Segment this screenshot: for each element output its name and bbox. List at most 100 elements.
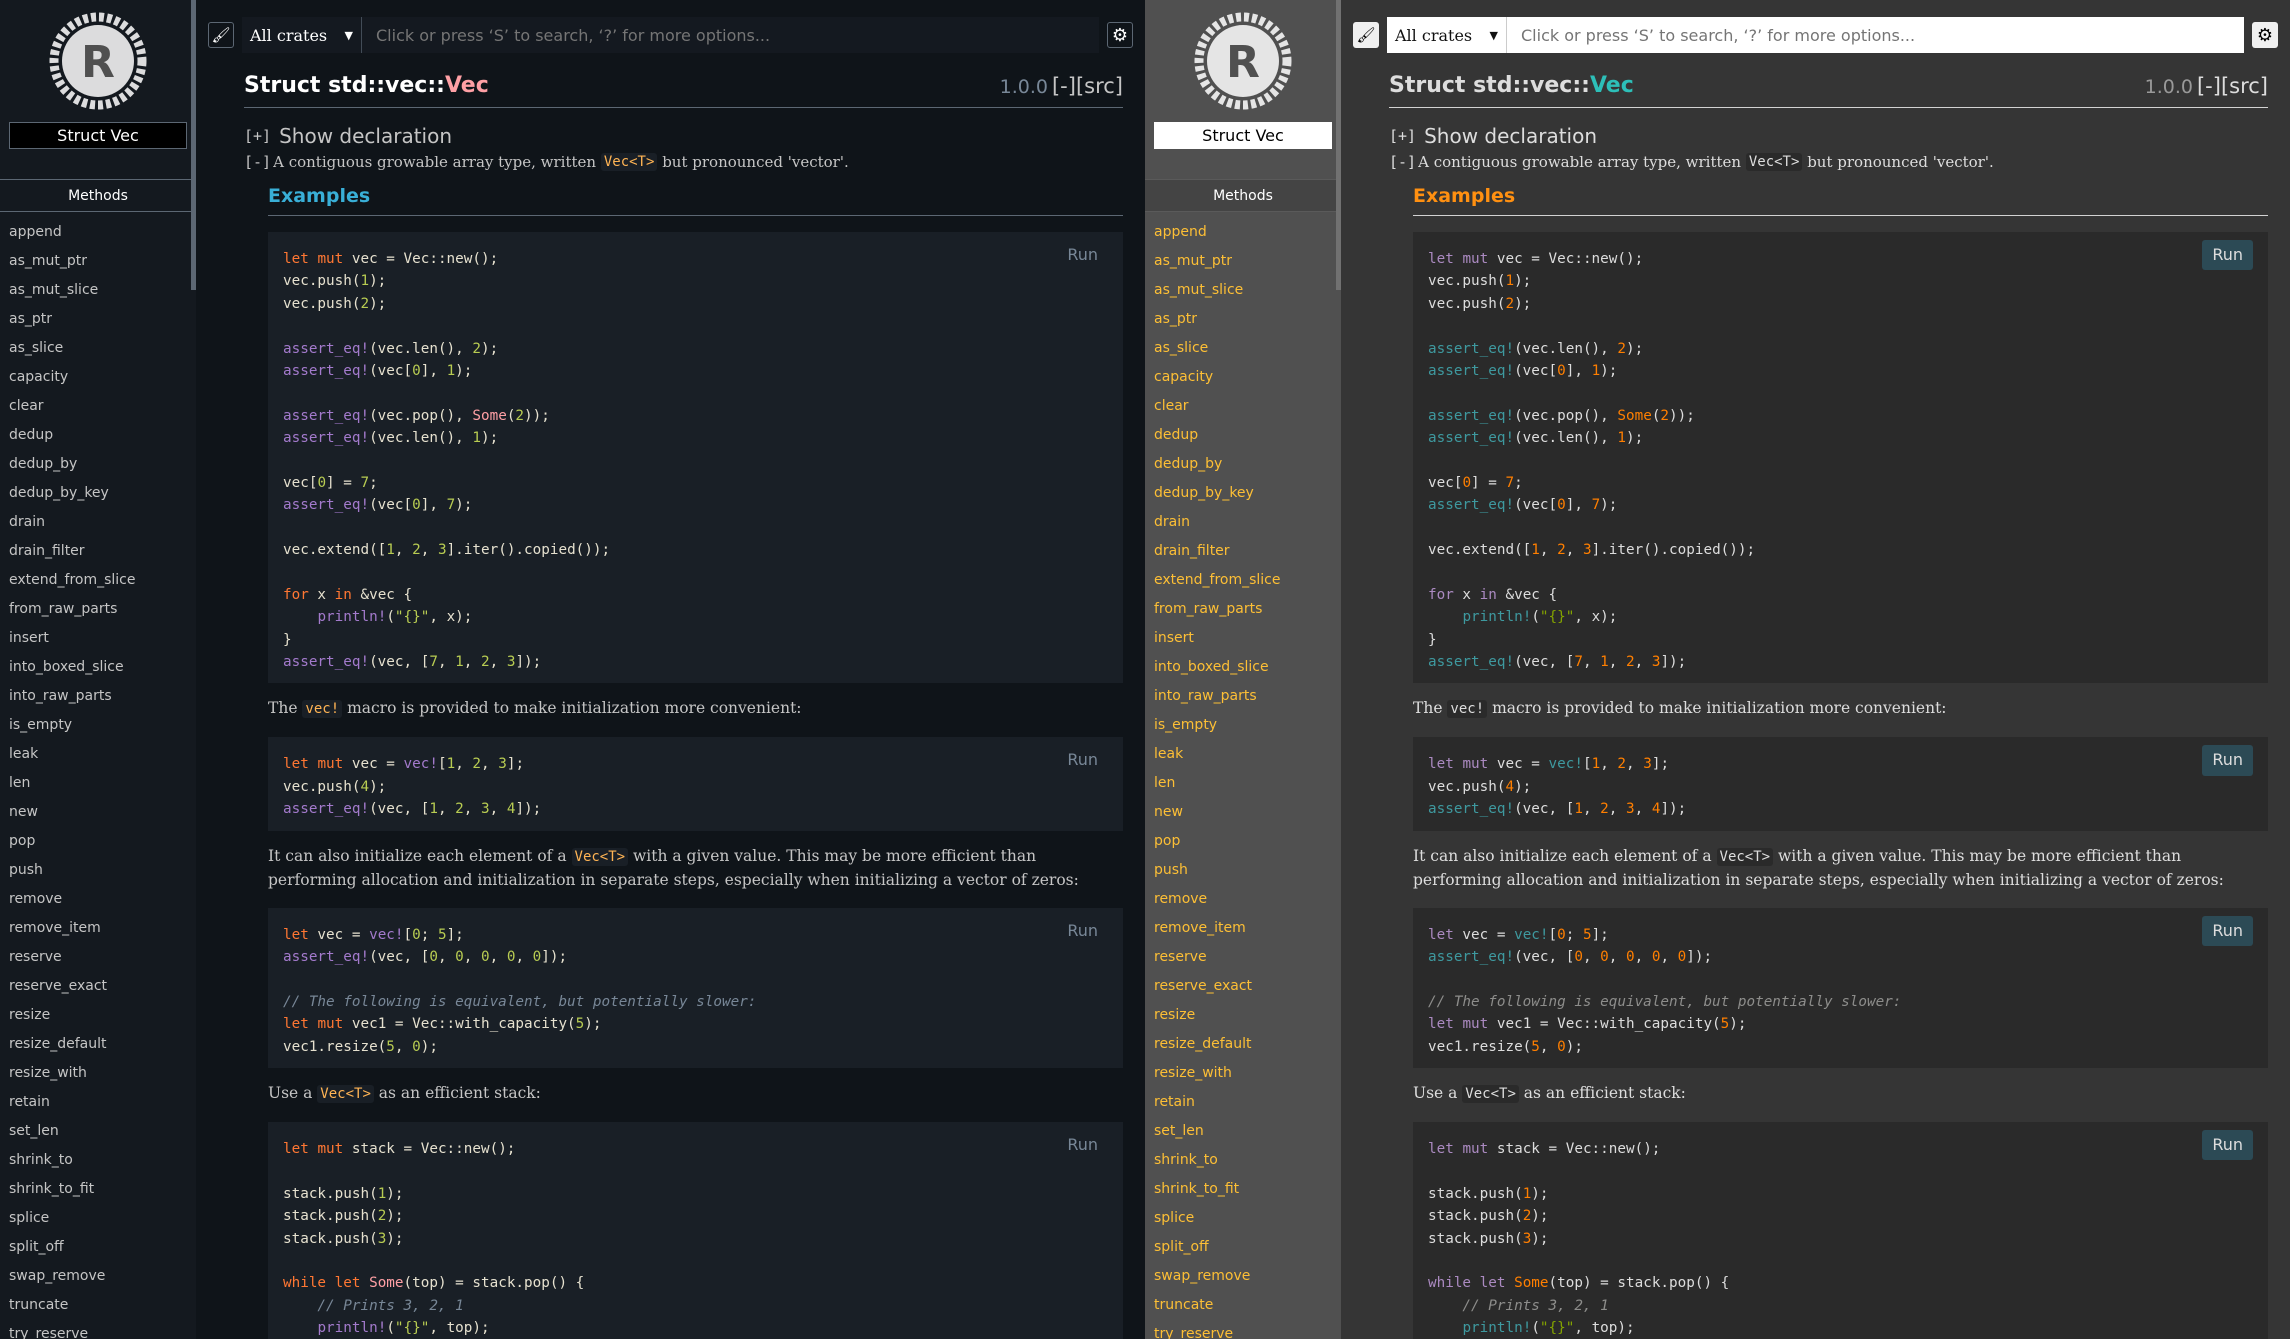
sidebar-method-link[interactable]: into_raw_parts	[0, 682, 196, 711]
sidebar-method-link[interactable]: from_raw_parts	[0, 595, 196, 624]
sidebar-method-link[interactable]: dedup	[1145, 421, 1341, 450]
sidebar-method-link[interactable]: into_raw_parts	[1145, 682, 1341, 711]
sidebar-method-link[interactable]: reserve	[0, 943, 196, 972]
sidebar-method-link[interactable]: len	[0, 769, 196, 798]
sidebar-method-link[interactable]: reserve	[1145, 943, 1341, 972]
sidebar-method-link[interactable]: as_ptr	[0, 305, 196, 334]
run-button[interactable]: Run	[2202, 1129, 2253, 1161]
struct-name-link[interactable]: Vec	[445, 73, 489, 98]
show-declaration[interactable]: [+] Show declaration	[244, 124, 1123, 148]
sidebar-methods-title[interactable]: Methods	[0, 179, 196, 212]
sidebar-method-link[interactable]: insert	[1145, 624, 1341, 653]
sidebar-method-link[interactable]: leak	[1145, 740, 1341, 769]
sidebar-method-link[interactable]: truncate	[0, 1291, 196, 1320]
docblock-toggle[interactable]: [-]	[244, 153, 271, 171]
sidebar-method-link[interactable]: drain_filter	[0, 537, 196, 566]
collapse-all-toggle[interactable]: [-]	[2197, 74, 2221, 98]
sidebar-method-link[interactable]: as_mut_slice	[0, 276, 196, 305]
sidebar-method-link[interactable]: shrink_to_fit	[1145, 1175, 1341, 1204]
settings-button[interactable]: ⚙	[2252, 22, 2278, 48]
sidebar-method-link[interactable]: split_off	[1145, 1233, 1341, 1262]
src-link[interactable]: [src]	[1076, 74, 1123, 98]
run-button[interactable]: Run	[1057, 1130, 1108, 1160]
sidebar-method-link[interactable]: swap_remove	[0, 1262, 196, 1291]
sidebar-method-link[interactable]: swap_remove	[1145, 1262, 1341, 1291]
sidebar-method-link[interactable]: resize_default	[1145, 1030, 1341, 1059]
sidebar-method-link[interactable]: resize_default	[0, 1030, 196, 1059]
sidebar-method-link[interactable]: pop	[1145, 827, 1341, 856]
examples-heading[interactable]: Examples	[1413, 185, 2268, 216]
sidebar-method-link[interactable]: remove_item	[0, 914, 196, 943]
sidebar-method-link[interactable]: splice	[0, 1204, 196, 1233]
sidebar-method-link[interactable]: pop	[0, 827, 196, 856]
sidebar-method-link[interactable]: insert	[0, 624, 196, 653]
sidebar-method-link[interactable]: dedup	[0, 421, 196, 450]
sidebar-method-link[interactable]: resize_with	[0, 1059, 196, 1088]
sidebar-struct-name[interactable]: Struct Vec	[9, 122, 187, 149]
run-button[interactable]: Run	[1057, 240, 1108, 270]
sidebar-method-link[interactable]: retain	[0, 1088, 196, 1117]
search-input[interactable]: Click or press ‘S’ to search, ‘?’ for mo…	[362, 17, 1099, 53]
sidebar-method-link[interactable]: as_mut_slice	[1145, 276, 1341, 305]
sidebar-method-link[interactable]: new	[1145, 798, 1341, 827]
rust-logo[interactable]: R	[1145, 0, 1341, 122]
theme-picker-button[interactable]: 🖌	[208, 22, 234, 48]
sidebar-method-link[interactable]: len	[1145, 769, 1341, 798]
sidebar-struct-name[interactable]: Struct Vec	[1154, 122, 1332, 149]
declaration-toggle[interactable]: [+]	[1389, 127, 1416, 145]
sidebar-method-link[interactable]: extend_from_slice	[1145, 566, 1341, 595]
sidebar-method-link[interactable]: set_len	[1145, 1117, 1341, 1146]
examples-heading[interactable]: Examples	[268, 185, 1123, 216]
sidebar-method-link[interactable]: shrink_to	[1145, 1146, 1341, 1175]
sidebar-method-link[interactable]: as_mut_ptr	[1145, 247, 1341, 276]
sidebar-method-link[interactable]: dedup_by	[0, 450, 196, 479]
sidebar-method-link[interactable]: as_mut_ptr	[0, 247, 196, 276]
search-input[interactable]: Click or press ‘S’ to search, ‘?’ for mo…	[1507, 17, 2244, 53]
sidebar-method-link[interactable]: reserve_exact	[0, 972, 196, 1001]
sidebar-method-link[interactable]: extend_from_slice	[0, 566, 196, 595]
sidebar-method-link[interactable]: into_boxed_slice	[1145, 653, 1341, 682]
theme-picker-button[interactable]: 🖌	[1353, 22, 1379, 48]
sidebar-method-link[interactable]: capacity	[1145, 363, 1341, 392]
sidebar-method-link[interactable]: splice	[1145, 1204, 1341, 1233]
crate-select[interactable]: All crates ▼	[242, 17, 362, 53]
sidebar-method-link[interactable]: leak	[0, 740, 196, 769]
run-button[interactable]: Run	[1057, 745, 1108, 775]
sidebar-method-link[interactable]: resize	[1145, 1001, 1341, 1030]
sidebar-method-link[interactable]: append	[0, 218, 196, 247]
sidebar-method-link[interactable]: from_raw_parts	[1145, 595, 1341, 624]
run-button[interactable]: Run	[2202, 240, 2253, 271]
src-link[interactable]: [src]	[2221, 74, 2268, 98]
sidebar-method-link[interactable]: truncate	[1145, 1291, 1341, 1320]
struct-name-link[interactable]: Vec	[1590, 73, 1634, 98]
sidebar-method-link[interactable]: split_off	[0, 1233, 196, 1262]
crate-select[interactable]: All crates ▼	[1387, 17, 1507, 53]
sidebar-method-link[interactable]: append	[1145, 218, 1341, 247]
sidebar-method-link[interactable]: drain_filter	[1145, 537, 1341, 566]
docblock-toggle[interactable]: [-]	[1389, 153, 1416, 171]
sidebar-method-link[interactable]: remove	[0, 885, 196, 914]
sidebar-method-link[interactable]: set_len	[0, 1117, 196, 1146]
sidebar-method-link[interactable]: capacity	[0, 363, 196, 392]
sidebar-method-link[interactable]: remove_item	[1145, 914, 1341, 943]
sidebar-method-link[interactable]: drain	[0, 508, 196, 537]
sidebar-method-link[interactable]: drain	[1145, 508, 1341, 537]
settings-button[interactable]: ⚙	[1107, 22, 1133, 48]
collapse-all-toggle[interactable]: [-]	[1052, 74, 1076, 98]
run-button[interactable]: Run	[2202, 745, 2253, 776]
sidebar-method-link[interactable]: try_reserve	[1145, 1320, 1341, 1339]
sidebar-method-link[interactable]: shrink_to_fit	[0, 1175, 196, 1204]
sidebar-method-link[interactable]: resize	[0, 1001, 196, 1030]
sidebar-method-link[interactable]: remove	[1145, 885, 1341, 914]
sidebar-method-link[interactable]: is_empty	[0, 711, 196, 740]
run-button[interactable]: Run	[2202, 915, 2253, 946]
sidebar-method-link[interactable]: dedup_by	[1145, 450, 1341, 479]
sidebar-method-link[interactable]: as_ptr	[1145, 305, 1341, 334]
sidebar-method-link[interactable]: try_reserve	[0, 1320, 196, 1339]
sidebar-methods-title[interactable]: Methods	[1145, 179, 1341, 212]
sidebar-method-link[interactable]: as_slice	[1145, 334, 1341, 363]
sidebar-method-link[interactable]: retain	[1145, 1088, 1341, 1117]
show-declaration[interactable]: [+] Show declaration	[1389, 124, 2268, 148]
sidebar-method-link[interactable]: dedup_by_key	[1145, 479, 1341, 508]
sidebar-method-link[interactable]: new	[0, 798, 196, 827]
